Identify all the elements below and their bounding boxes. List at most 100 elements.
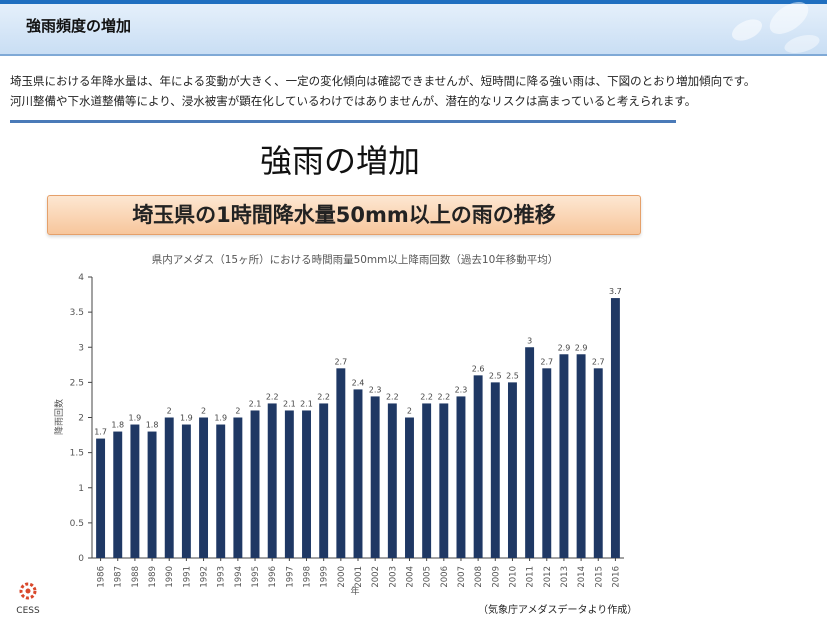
- page-header: 強雨頻度の増加: [0, 0, 827, 56]
- chart-bar: [370, 396, 380, 558]
- y-tick-label: 3.5: [70, 308, 84, 318]
- bar-value-label: 2: [235, 407, 240, 416]
- x-tick-label: 2007: [457, 566, 467, 588]
- x-tick-label: 1996: [268, 566, 278, 588]
- bar-value-label: 2.7: [540, 357, 553, 366]
- x-tick-label: 2006: [440, 566, 450, 588]
- bar-value-label: 2.1: [300, 399, 313, 408]
- bar-value-label: 2.6: [472, 364, 485, 373]
- bar-value-label: 1.9: [214, 414, 227, 423]
- chart-bar: [353, 389, 363, 558]
- chart-bar: [113, 431, 123, 558]
- y-tick-label: 4: [78, 273, 84, 283]
- bar-value-label: 2.2: [386, 392, 399, 401]
- chart-bar: [473, 375, 483, 558]
- bar-value-label: 2.7: [592, 357, 605, 366]
- chart-bar: [439, 403, 449, 558]
- bar-value-label: 2.2: [317, 392, 330, 401]
- x-tick-label: 2002: [371, 566, 381, 588]
- x-tick-label: 1989: [148, 566, 158, 588]
- y-tick-label: 2.5: [70, 378, 84, 388]
- x-tick-label: 2016: [611, 566, 621, 588]
- chart-bar: [199, 417, 209, 558]
- bar-value-label: 2: [167, 407, 172, 416]
- bar-value-label: 3: [527, 336, 532, 345]
- y-tick-label: 1: [78, 484, 84, 494]
- chart-bar: [147, 431, 157, 558]
- bar-value-label: 2.1: [283, 399, 296, 408]
- bar-value-label: 2.3: [369, 385, 382, 394]
- bar-value-label: 2: [407, 407, 412, 416]
- slide-subtitle: 埼玉県の1時間降水量50mm以上の雨の推移: [47, 195, 641, 235]
- chart-bar: [96, 438, 106, 558]
- x-tick-label: 2013: [560, 566, 570, 588]
- chart-bar: [422, 403, 432, 558]
- chart-bars: 1.7 1.8 1.9 1.8 2 1.9 2 1.9 2 2.1 2.2 2.1 2.1 2.2 2.7 2…: [94, 287, 622, 558]
- chart-bar: [593, 368, 603, 558]
- bar-value-label: 2.2: [266, 392, 279, 401]
- logo-text: CESS: [16, 606, 40, 616]
- bar-value-label: 2: [201, 407, 206, 416]
- x-tick-label: 1994: [234, 566, 244, 588]
- x-tick-label: 1999: [320, 566, 330, 588]
- y-tick-label: 2: [78, 414, 84, 424]
- bar-value-label: 2.2: [420, 392, 433, 401]
- chart-bar: [216, 424, 226, 558]
- bar-value-label: 2.3: [455, 385, 468, 394]
- bar-value-label: 1.8: [111, 421, 124, 430]
- chart-bar: [319, 403, 329, 558]
- chart-bar: [542, 368, 552, 558]
- x-tick-label: 1987: [114, 566, 124, 588]
- chart-y-axis-label: 降雨回数: [53, 399, 65, 435]
- x-tick-label: 2000: [337, 566, 347, 588]
- x-tick-label: 1988: [131, 566, 141, 588]
- x-tick-label: 1993: [217, 566, 227, 588]
- intro-line-1: 埼玉県における年降水量は、年による変動が大きく、一定の変化傾向は確認できませんが…: [10, 74, 756, 88]
- bar-value-label: 2.9: [575, 343, 588, 352]
- chart-bar: [233, 417, 243, 558]
- chart-bar: [130, 424, 140, 558]
- chart-bar: [250, 410, 260, 558]
- data-source-note: （気象庁アメダスデータより作成）: [478, 605, 638, 616]
- x-tick-label: 2010: [508, 566, 518, 588]
- x-tick-label: 1995: [251, 566, 261, 588]
- bar-value-label: 1.9: [129, 414, 142, 423]
- bar-value-label: 2.7: [334, 357, 347, 366]
- x-tick-label: 2014: [577, 566, 587, 588]
- y-tick-label: 0: [78, 554, 84, 564]
- bar-value-label: 2.5: [506, 371, 519, 380]
- chart-bar: [336, 368, 346, 558]
- x-tick-label: 2004: [405, 566, 415, 588]
- x-tick-label: 1986: [97, 566, 107, 588]
- x-tick-label: 2005: [423, 566, 433, 588]
- x-tick-label: 1997: [285, 566, 295, 588]
- bar-value-label: 1.9: [180, 414, 193, 423]
- chart-bar: [507, 382, 517, 558]
- bar-value-label: 2.1: [249, 399, 262, 408]
- leaf-decoration-icon: [732, 2, 820, 54]
- section-divider: [10, 120, 676, 123]
- chart-bar: [405, 417, 414, 558]
- bar-value-label: 1.8: [146, 421, 159, 430]
- bar-value-label: 3.7: [609, 287, 622, 296]
- y-tick-label: 0.5: [70, 519, 84, 529]
- x-tick-label: 2001: [354, 566, 364, 588]
- chart-bar: [525, 347, 535, 558]
- x-tick-label: 2009: [491, 566, 501, 588]
- chart-bar: [490, 382, 500, 558]
- slide-title: 強雨の増加: [259, 142, 420, 180]
- bar-value-label: 2.2: [437, 392, 450, 401]
- bar-value-label: 2.4: [352, 378, 365, 387]
- x-tick-label: 2008: [474, 566, 484, 588]
- y-tick-label: 3: [78, 343, 84, 353]
- x-tick-label: 1998: [303, 566, 313, 588]
- chart-bar: [302, 410, 311, 558]
- y-tick-label: 1.5: [70, 449, 84, 459]
- x-tick-label: 2015: [594, 566, 604, 588]
- x-tick-label: 1992: [200, 566, 210, 588]
- bar-value-label: 1.7: [94, 428, 107, 437]
- chart-bar: [267, 403, 277, 558]
- x-tick-label: 2012: [543, 566, 553, 588]
- chart-bar: [387, 403, 397, 558]
- x-tick-label: 2003: [388, 566, 398, 588]
